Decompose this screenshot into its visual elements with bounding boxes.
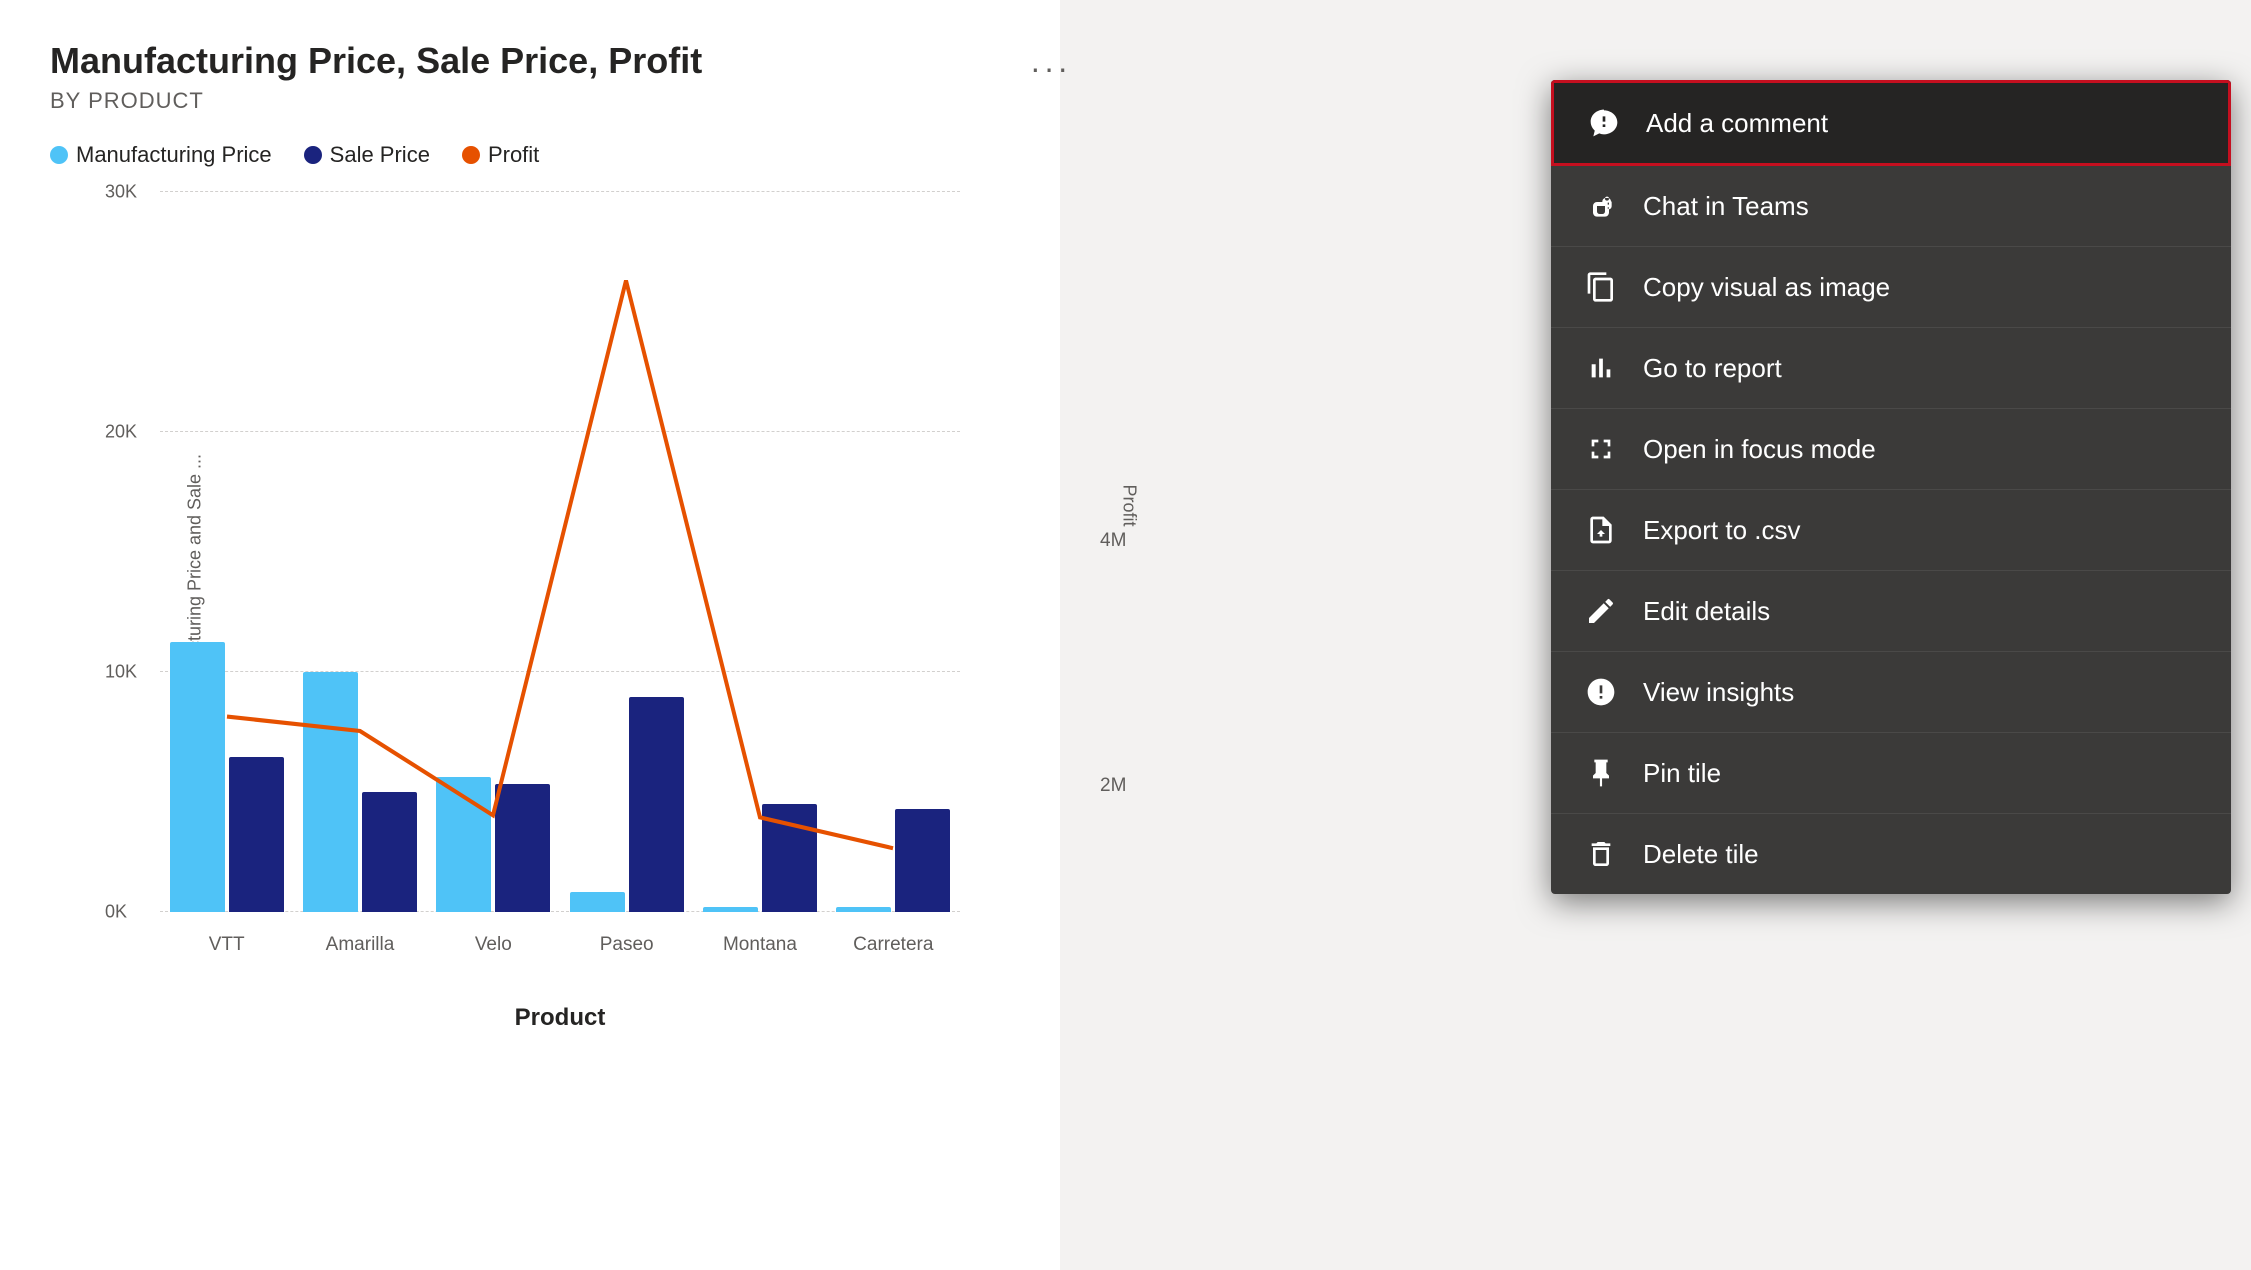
menu-label-go-to-report: Go to report — [1643, 353, 1782, 384]
legend-dot-manuf — [50, 146, 68, 164]
legend-label-manuf: Manufacturing Price — [76, 142, 272, 168]
menu-label-chat-teams: Chat in Teams — [1643, 191, 1809, 222]
pin-icon — [1583, 755, 1619, 791]
x-ticks: VTT Amarilla Velo Paseo Montana Carreter… — [160, 917, 960, 972]
chart-area: Manufacturing Price and Sale ... 30K 20K… — [110, 192, 1010, 972]
menu-item-delete-tile[interactable]: Delete tile — [1551, 814, 2231, 894]
x-tick-carretera: Carretera — [833, 934, 953, 956]
legend-profit: Profit — [462, 142, 539, 168]
delete-icon — [1583, 836, 1619, 872]
menu-label-edit-details: Edit details — [1643, 596, 1770, 627]
report-icon — [1583, 350, 1619, 386]
menu-item-go-to-report[interactable]: Go to report — [1551, 328, 2231, 409]
y-tick-30k: 30K — [105, 182, 137, 203]
menu-item-edit-details[interactable]: Edit details — [1551, 571, 2231, 652]
insights-icon — [1583, 674, 1619, 710]
legend-label-profit: Profit — [488, 142, 539, 168]
y-right-label: Profit — [1118, 484, 1139, 526]
menu-item-copy-visual[interactable]: Copy visual as image — [1551, 247, 2231, 328]
chart-legend: Manufacturing Price Sale Price Profit — [50, 142, 1020, 168]
menu-item-pin-tile[interactable]: Pin tile — [1551, 733, 2231, 814]
legend-dot-profit — [462, 146, 480, 164]
edit-icon — [1583, 593, 1619, 629]
chart-panel: Manufacturing Price, Sale Price, Profit … — [0, 0, 1060, 1270]
context-menu: Add a comment Chat in Teams Copy visual … — [1551, 80, 2231, 894]
menu-label-pin-tile: Pin tile — [1643, 758, 1721, 789]
x-axis-label: Product — [515, 1004, 606, 1032]
chart-subtitle: BY PRODUCT — [50, 88, 1020, 114]
profit-line — [227, 280, 893, 848]
export-icon — [1583, 512, 1619, 548]
profit-line-svg — [160, 192, 960, 912]
y-right-tick-4m: 4M — [1100, 530, 1126, 552]
teams-icon — [1583, 188, 1619, 224]
chart-title: Manufacturing Price, Sale Price, Profit — [50, 40, 1020, 82]
legend-sale: Sale Price — [304, 142, 430, 168]
x-tick-paseo: Paseo — [567, 934, 687, 956]
menu-label-copy-visual: Copy visual as image — [1643, 272, 1890, 303]
focus-icon — [1583, 431, 1619, 467]
y-right-tick-2m: 2M — [1100, 775, 1126, 797]
menu-item-chat-teams[interactable]: Chat in Teams — [1551, 166, 2231, 247]
copy-icon — [1583, 269, 1619, 305]
comment-icon — [1586, 105, 1622, 141]
y-tick-0k: 0K — [105, 902, 127, 923]
more-options-button[interactable]: ··· — [1030, 50, 1071, 87]
legend-dot-sale — [304, 146, 322, 164]
menu-item-view-insights[interactable]: View insights — [1551, 652, 2231, 733]
y-tick-10k: 10K — [105, 662, 137, 683]
legend-label-sale: Sale Price — [330, 142, 430, 168]
menu-label-view-insights: View insights — [1643, 677, 1794, 708]
menu-label-open-focus: Open in focus mode — [1643, 434, 1876, 465]
x-tick-vtt: VTT — [167, 934, 287, 956]
x-tick-velo: Velo — [433, 934, 553, 956]
x-tick-montana: Montana — [700, 934, 820, 956]
menu-item-open-focus[interactable]: Open in focus mode — [1551, 409, 2231, 490]
x-tick-amarilla: Amarilla — [300, 934, 420, 956]
menu-item-export-csv[interactable]: Export to .csv — [1551, 490, 2231, 571]
legend-manuf: Manufacturing Price — [50, 142, 272, 168]
menu-label-add-comment: Add a comment — [1646, 108, 1828, 139]
y-tick-20k: 20K — [105, 422, 137, 443]
menu-item-add-comment[interactable]: Add a comment — [1551, 80, 2231, 166]
menu-label-delete-tile: Delete tile — [1643, 839, 1759, 870]
menu-label-export-csv: Export to .csv — [1643, 515, 1801, 546]
